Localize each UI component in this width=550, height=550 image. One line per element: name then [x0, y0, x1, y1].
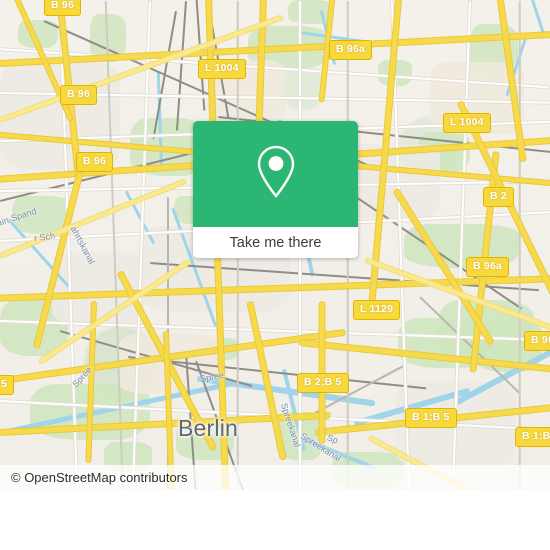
map-pin-icon: [254, 143, 298, 206]
road-shield: L 1004: [198, 59, 246, 79]
road-shield: L 1129: [353, 300, 401, 320]
location-card[interactable]: Take me there: [193, 121, 358, 258]
road-shield: 5: [0, 375, 15, 395]
footer-bar: Float Some, Jet Some Radio Show, Berlin …: [0, 490, 550, 550]
road-shield: B 96: [76, 152, 113, 172]
road-shield: L 1004: [443, 113, 491, 133]
road-shield: B 2: [483, 187, 514, 207]
road-shield: B 96: [60, 85, 97, 105]
moovit-map-screenshot: Berlin ain-Spand r Sch ahrtskanal Spree …: [0, 0, 550, 550]
road-shield: B 96: [44, 0, 81, 16]
take-me-there-button[interactable]: Take me there: [193, 227, 358, 258]
card-pin-area: [193, 121, 358, 227]
road-shield: B 96a: [329, 40, 373, 60]
road-shield: B 96: [524, 331, 550, 351]
road-shield: B 1;B: [515, 427, 550, 447]
attribution-text[interactable]: © OpenStreetMap contributors: [0, 470, 188, 485]
city-label-berlin: Berlin: [178, 415, 239, 441]
road-shield: B 2;B 5: [297, 373, 349, 393]
road-shield: B 1;B 5: [405, 408, 457, 428]
minor-road: [519, 0, 521, 490]
road-shield: B 96a: [466, 257, 510, 277]
map-attribution-bar: © OpenStreetMap contributors: [0, 465, 550, 490]
